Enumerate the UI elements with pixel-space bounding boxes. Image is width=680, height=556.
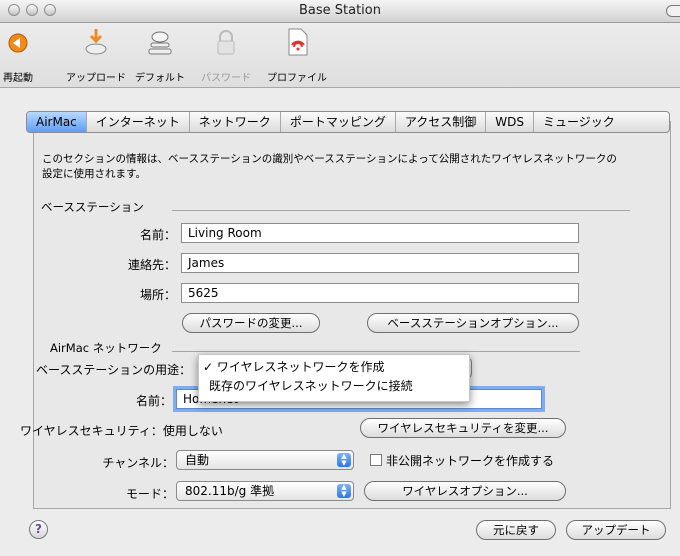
channel-value: 自動 [185,453,210,467]
base-station-name-field[interactable]: Living Room [181,223,579,243]
base-station-window: Base Station 再起動 アップロード デフォルト パスワード プロファ… [0,0,680,556]
menu-item-join-network-label: 既存のワイヤレスネットワークに接続 [209,379,413,393]
help-button[interactable]: ? [29,520,48,539]
tab-internet[interactable]: インターネット [87,112,190,132]
toolbar-default[interactable]: デフォルト [135,27,185,84]
contact-field[interactable]: James [181,253,579,273]
popup-arrows-icon: ▲▼ [337,484,351,498]
wireless-security-label: ワイヤレスセキュリティ：使用しない [20,424,223,438]
toolbar: 再起動 アップロード デフォルト パスワード プロファイル [0,23,680,88]
tab-music[interactable]: ミュージック [534,112,624,132]
base-station-name-label: 名前： [139,228,176,242]
tab-airmac[interactable]: AirMac [27,112,87,132]
restart-icon [2,27,34,57]
base-station-divider [172,210,630,211]
base-station-default-icon [144,27,176,57]
toolbar-profile[interactable]: プロファイル [267,27,327,84]
closed-network-checkbox[interactable] [370,454,382,466]
wireless-options-button[interactable]: ワイヤレスオプション... [364,481,566,501]
channel-label: チャンネル： [102,456,174,470]
location-field[interactable]: 5625 [181,283,579,303]
toolbar-profile-label: プロファイル [267,73,327,84]
tab-port-mapping[interactable]: ポートマッピング [281,112,396,132]
contact-label: 連絡先： [127,258,176,272]
mode-label: モード： [125,487,174,501]
section-description: このセクションの情報は、ベースステーションの識別やベースステーションによって公開… [42,153,617,180]
usage-menu: ✓ ワイヤレスネットワークを作成 既存のワイヤレスネットワークに接続 [198,354,470,402]
toolbar-default-label: デフォルト [135,73,185,84]
title-bar: Base Station [0,0,680,23]
base-station-options-button[interactable]: ベースステーションオプション... [367,313,579,333]
toolbar-password: パスワード [201,27,251,84]
base-station-heading: ベースステーション [41,200,144,214]
lock-icon [210,27,242,57]
menu-item-create-network-label: ワイヤレスネットワークを作成 [216,360,385,374]
change-password-button[interactable]: パスワードの変更... [182,313,320,333]
toolbar-restart-label: 再起動 [3,73,33,84]
toolbar-password-label: パスワード [201,73,251,84]
profile-icon [281,27,313,57]
upload-icon [80,27,112,57]
revert-button[interactable]: 元に戻す [476,520,556,540]
network-name-label: 名前： [135,394,172,408]
toolbar-upload-label: アップロード [66,73,126,84]
window-title: Base Station [298,3,381,18]
airmac-network-divider [172,351,580,352]
tab-access-control[interactable]: アクセス制御 [396,112,487,132]
closed-network-label: 非公開ネットワークを作成する [386,454,555,468]
tab-network[interactable]: ネットワーク [190,112,281,132]
channel-popup[interactable]: 自動 ▲ ▼ [176,450,354,470]
menu-item-join-network[interactable]: 既存のワイヤレスネットワークに接続 [209,377,413,395]
airmac-network-heading: AirMac ネットワーク [50,341,162,355]
tab-wds[interactable]: WDS [486,112,534,132]
tab-bar: AirMac インターネット ネットワーク ポートマッピング アクセス制御 WD… [26,111,670,133]
menu-item-create-network[interactable]: ✓ ワイヤレスネットワークを作成 [203,358,385,376]
popup-arrows-icon: ▲▼ [337,453,351,467]
update-button[interactable]: アップデート [566,520,666,540]
mode-popup[interactable]: 802.11b/g 準拠 ▲ ▼ [176,481,354,501]
checkmark-icon: ✓ [203,360,214,374]
toolbar-toggle-button[interactable] [666,5,680,17]
location-label: 場所： [139,288,176,302]
toolbar-restart[interactable]: 再起動 [2,27,34,84]
mode-value: 802.11b/g 準拠 [185,484,275,498]
usage-label: ベースステーションの用途： [36,363,192,377]
change-wireless-security-button[interactable]: ワイヤレスセキュリティを変更... [360,418,566,438]
toolbar-upload[interactable]: アップロード [66,27,126,84]
